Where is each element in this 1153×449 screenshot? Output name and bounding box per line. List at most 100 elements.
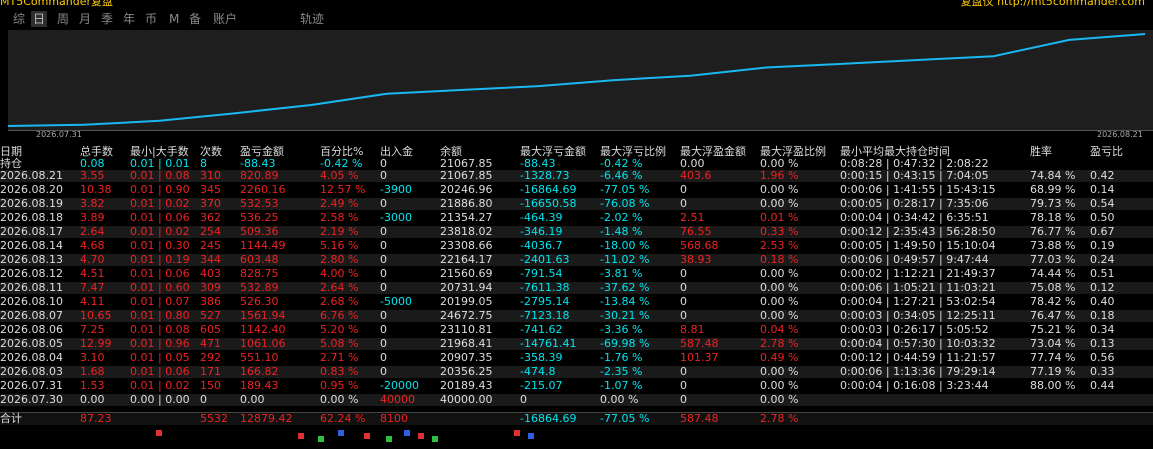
cell-pl-ratio: 0.51 xyxy=(1090,267,1115,280)
cell-min-max-lots: 0.01 | 0.60 xyxy=(130,281,190,294)
cell-total-lots: 3.89 xyxy=(80,211,105,224)
window-link[interactable]: 复盘仪 http://mt5commander.com xyxy=(961,0,1145,8)
tab-account[interactable]: 账户 xyxy=(211,11,239,27)
cell-max-float-profit: 0 xyxy=(680,267,687,280)
cell-max-float-profit-pct: 0.00 % xyxy=(760,379,799,392)
total-lots: 87.23 xyxy=(80,412,112,425)
tab-trajectory[interactable]: 轨迹 xyxy=(298,11,326,27)
cell-count: 605 xyxy=(200,323,221,336)
cell-balance: 21067.85 xyxy=(440,169,493,182)
cell-max-float-profit: 8.81 xyxy=(680,323,705,336)
cell-date: 2026.08.20 xyxy=(0,183,63,196)
table-row[interactable]: 2026.08.18 3.89 0.01 | 0.06 362 536.25 2.58 %… xyxy=(0,212,1153,224)
cell-max-float-profit-pct: 0.00 % xyxy=(760,281,799,294)
cell-min-max-lots: 0.01 | 0.96 xyxy=(130,337,190,350)
table-row[interactable]: 2026.08.11 7.47 0.01 | 0.60 309 532.89 2.64 %… xyxy=(0,282,1153,294)
cell-max-float-profit-pct: 0.00 % xyxy=(760,183,799,196)
tab-quarter[interactable]: 季 xyxy=(99,11,115,27)
cell-min-max-lots: 0.01 | 0.90 xyxy=(130,183,190,196)
cell-min-max-lots: 0.01 | 0.06 xyxy=(130,211,190,224)
tab-overview[interactable]: 综 xyxy=(11,11,27,27)
trade-marker xyxy=(528,433,534,439)
cell-pnl: 603.48 xyxy=(240,253,279,266)
cell-pnl: 526.30 xyxy=(240,295,279,308)
cell-win-rate: 77.19 % xyxy=(1030,365,1076,378)
cell-date: 2026.08.10 xyxy=(0,295,63,308)
cell-pct: 5.16 % xyxy=(320,239,359,252)
cell-pnl: 1142.40 xyxy=(240,323,286,336)
table-row[interactable]: 2026.08.14 4.68 0.01 | 0.30 245 1144.49 5.16 … xyxy=(0,240,1153,252)
cell-date: 2026.08.14 xyxy=(0,239,63,252)
total-count: 5532 xyxy=(200,412,228,425)
cell-min-max-lots: 0.01 | 0.06 xyxy=(130,365,190,378)
cell-pnl: 1561.94 xyxy=(240,309,286,322)
cell-max-float-loss-pct: -30.21 % xyxy=(600,309,650,322)
tab-magic[interactable]: M xyxy=(167,11,181,27)
cell-total-lots: 4.70 xyxy=(80,253,105,266)
tab-year[interactable]: 年 xyxy=(121,11,137,27)
trade-marker xyxy=(298,433,304,439)
cell-total-lots: 1.68 xyxy=(80,365,105,378)
cell-pct: 0.83 % xyxy=(320,365,359,378)
cell-max-float-profit-pct: 0.33 % xyxy=(760,225,799,238)
col-pl-ratio[interactable]: 盈亏比 xyxy=(1090,146,1123,158)
cell-pl-ratio: 0.42 xyxy=(1090,169,1115,182)
table-row[interactable]: 2026.08.19 3.82 0.01 | 0.02 370 532.53 2.49 %… xyxy=(0,198,1153,210)
table-row[interactable]: 2026.08.20 10.38 0.01 | 0.90 345 2260.16 12.5… xyxy=(0,184,1153,196)
cell-win-rate: 75.08 % xyxy=(1030,281,1076,294)
cell-max-float-profit-pct: 0.01 % xyxy=(760,211,799,224)
cell-in-out: -3000 xyxy=(380,211,412,224)
tab-week[interactable]: 周 xyxy=(55,11,71,27)
tab-notes[interactable]: 备 xyxy=(187,11,203,27)
cell-max-float-loss-pct: -77.05 % xyxy=(600,183,650,196)
cell-total-lots: 2.64 xyxy=(80,225,105,238)
table-row[interactable]: 2026.08.12 4.51 0.01 | 0.06 403 828.75 4.00 %… xyxy=(0,268,1153,280)
cell-max-float-profit: 587.48 xyxy=(680,337,719,350)
table-row[interactable]: 2026.07.30 0.00 0.00 | 0.00 0 0.00 0.00 % 4000… xyxy=(0,394,1153,406)
tab-month[interactable]: 月 xyxy=(77,11,93,27)
cell-date: 2026.08.13 xyxy=(0,253,63,266)
tab-day[interactable]: 日 xyxy=(31,11,48,27)
cell-hold-time: 0:00:12 | 2:35:43 | 56:28:50 xyxy=(840,225,996,238)
col-win-rate[interactable]: 胜率 xyxy=(1030,146,1052,158)
table-row[interactable]: 2026.08.10 4.11 0.01 | 0.07 386 526.30 2.68 %… xyxy=(0,296,1153,308)
table-row[interactable]: 2026.08.17 2.64 0.01 | 0.02 254 509.36 2.19 %… xyxy=(0,226,1153,238)
cell-pnl: 509.36 xyxy=(240,225,279,238)
cell-pct: 5.20 % xyxy=(320,323,359,336)
cell-max-float-loss-pct: -3.36 % xyxy=(600,323,643,336)
cell-hold-time: 0:00:06 | 1:05:21 | 11:03:21 xyxy=(840,281,996,294)
cell-hold-time: 0:00:12 | 0:44:59 | 11:21:57 xyxy=(840,351,996,364)
trade-marker xyxy=(338,430,344,436)
cell-win-rate: 75.21 % xyxy=(1030,323,1076,336)
table-row[interactable]: 2026.08.03 1.68 0.01 | 0.06 171 166.82 0.83 %… xyxy=(0,366,1153,378)
cell-balance: 21886.80 xyxy=(440,197,493,210)
table-row[interactable]: 2026.08.13 4.70 0.01 | 0.19 344 603.48 2.80 %… xyxy=(0,254,1153,266)
cell-pct: 0.00 % xyxy=(320,393,359,406)
cell-max-float-profit: 0 xyxy=(680,379,687,392)
cell-pl-ratio: 0.19 xyxy=(1090,239,1115,252)
cell-pnl: 820.89 xyxy=(240,169,279,182)
chart-start-date: 2026.07.31 xyxy=(36,130,82,139)
table-row[interactable]: 2026.08.06 7.25 0.01 | 0.08 605 1142.40 5.20 … xyxy=(0,324,1153,336)
cell-pl-ratio: 0.56 xyxy=(1090,351,1115,364)
total-row: 合计 87.23 5532 12879.42 62.24 % 8100 -168… xyxy=(0,412,1153,425)
cell-max-float-loss-pct: -1.48 % xyxy=(600,225,643,238)
cell-pnl: 0.00 xyxy=(240,393,265,406)
cell-win-rate: 79.73 % xyxy=(1030,197,1076,210)
cell-max-float-loss-pct: -76.08 % xyxy=(600,197,650,210)
table-row[interactable]: 2026.08.05 12.99 0.01 | 0.96 471 1061.06 5.08… xyxy=(0,338,1153,350)
table-row[interactable]: 2026.08.07 10.65 0.01 | 0.80 527 1561.94 6.76… xyxy=(0,310,1153,322)
cell-win-rate: 88.00 % xyxy=(1030,379,1076,392)
cell-pct: 2.80 % xyxy=(320,253,359,266)
cell-win-rate: 74.84 % xyxy=(1030,169,1076,182)
total-max-float-profit-pct: 2.78 % xyxy=(760,412,799,425)
cell-win-rate: 78.42 % xyxy=(1030,295,1076,308)
table-row[interactable]: 2026.08.04 3.10 0.01 | 0.05 292 551.10 2.71 %… xyxy=(0,352,1153,364)
table-row[interactable]: 2026.08.21 3.55 0.01 | 0.08 310 820.89 4.05 %… xyxy=(0,170,1153,182)
cell-hold-time: 0:00:06 | 0:49:57 | 9:47:44 xyxy=(840,253,989,266)
cell-max-float-loss: -1328.73 xyxy=(520,169,570,182)
cell-hold-time: 0:00:06 | 1:41:55 | 15:43:15 xyxy=(840,183,996,196)
cell-max-float-loss: -14761.41 xyxy=(520,337,577,350)
tab-currency[interactable]: 币 xyxy=(143,11,159,27)
table-row[interactable]: 2026.07.31 1.53 0.01 | 0.02 150 189.43 0.95 %… xyxy=(0,380,1153,392)
